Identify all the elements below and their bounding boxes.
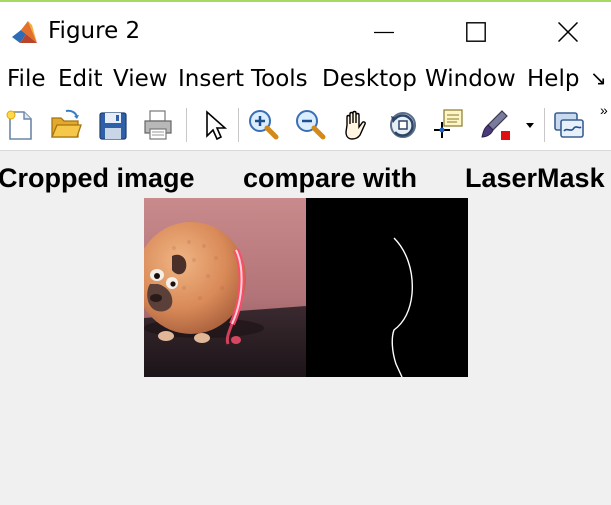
select-pointer-icon[interactable]: [196, 107, 230, 143]
title-bar[interactable]: Figure 2: [0, 2, 611, 58]
subplot-title-cropped-image: Cropped image: [0, 163, 195, 193]
menu-desktop[interactable]: Desktop: [322, 66, 417, 92]
menu-window[interactable]: Window: [425, 66, 516, 92]
menu-insert[interactable]: Insert: [178, 66, 244, 92]
menu-overflow-arrow-icon[interactable]: ↘: [590, 66, 607, 91]
cropped-photo: [144, 198, 306, 377]
subplot-title-compare-with: compare with: [243, 163, 418, 193]
zoom-out-icon[interactable]: [293, 107, 327, 143]
save-icon[interactable]: [96, 107, 130, 143]
subplot-title-lasermask: LaserMask: [465, 163, 605, 193]
figure-canvas: Cropped image compare with LaserMask: [0, 151, 611, 505]
menu-file[interactable]: File: [7, 66, 46, 92]
rotate-3d-icon[interactable]: [386, 107, 420, 143]
window-title: Figure 2: [48, 18, 141, 44]
menu-edit[interactable]: Edit: [58, 66, 103, 92]
minimize-button[interactable]: [338, 4, 430, 60]
data-cursor-icon[interactable]: [431, 107, 465, 143]
maximize-icon: [466, 22, 486, 42]
zoom-in-icon[interactable]: [246, 107, 280, 143]
toolbar-separator: [544, 108, 545, 142]
close-button[interactable]: [522, 4, 611, 60]
brush-icon[interactable]: [478, 107, 512, 143]
print-icon[interactable]: [141, 107, 175, 143]
open-file-icon[interactable]: [49, 107, 83, 143]
matlab-logo-icon: [10, 17, 40, 47]
toolbar-overflow-icon[interactable]: »: [600, 102, 608, 118]
brush-dropdown-icon[interactable]: [523, 107, 537, 143]
toolbar: »: [0, 100, 611, 151]
maximize-button[interactable]: [430, 4, 522, 60]
minimize-icon: [374, 31, 394, 34]
menu-view[interactable]: View: [113, 66, 168, 92]
toolbar-separator: [186, 108, 187, 142]
close-icon: [558, 22, 578, 42]
menu-help[interactable]: Help: [527, 66, 579, 92]
toolbar-separator: [238, 108, 239, 142]
menu-tools[interactable]: Tools: [251, 66, 308, 92]
new-figure-icon[interactable]: [3, 107, 37, 143]
laser-mask: [306, 198, 468, 377]
link-plot-icon[interactable]: [552, 107, 586, 143]
image-axes[interactable]: [144, 198, 468, 377]
pan-hand-icon[interactable]: [339, 107, 373, 143]
menu-bar: File Edit View Insert Tools Desktop Wind…: [0, 58, 611, 100]
